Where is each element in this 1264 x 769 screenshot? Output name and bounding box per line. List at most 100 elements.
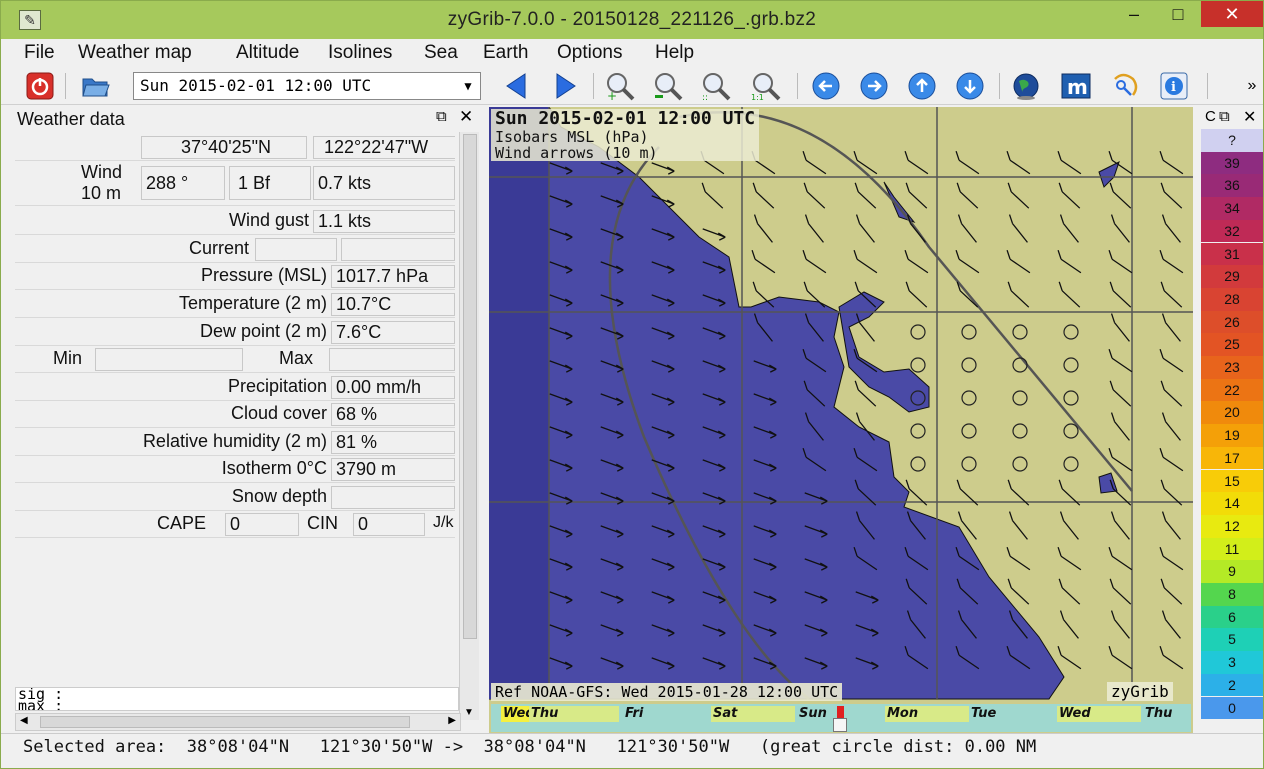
circle-right-icon[interactable] xyxy=(859,71,889,101)
cloud-cover-label: Cloud cover xyxy=(230,403,327,423)
minimize-button[interactable]: – xyxy=(1111,1,1157,27)
circle-down-icon[interactable] xyxy=(955,71,985,101)
timeline-handle[interactable] xyxy=(833,718,847,732)
snow-depth-value xyxy=(331,486,455,509)
svg-text:i: i xyxy=(1171,80,1176,95)
humidity-row: Relative humidity (2 m) 81 % xyxy=(15,429,455,456)
menu-isolines[interactable]: Isolines xyxy=(328,42,392,64)
select-area-icon[interactable] xyxy=(1111,71,1141,101)
color-scale-unit: C xyxy=(1205,108,1216,125)
cin-value: 0 xyxy=(353,513,425,536)
cape-label: CAPE xyxy=(157,513,207,533)
zoom-1to1-icon[interactable]: 1:1 xyxy=(751,71,781,101)
scale-cell: 3 xyxy=(1201,651,1263,674)
current-value-2 xyxy=(341,238,455,261)
color-scale-header: C ⧉ ✕ xyxy=(1201,107,1263,129)
map-reference-label: Ref NOAA-GFS: Wed 2015-01-28 12:00 UTC xyxy=(491,683,843,701)
menu-weather-map[interactable]: Weather map xyxy=(78,42,192,64)
sig-text-area[interactable]: sig : max : xyxy=(15,687,459,711)
weather-data-hscrollbar[interactable]: ◀ ▶ xyxy=(15,713,461,731)
map-legend: Sun 2015-02-01 12:00 UTC Isobars MSL (hP… xyxy=(491,109,760,162)
toolbar-overflow-icon[interactable]: » xyxy=(1237,71,1264,101)
svg-text:::: :: xyxy=(702,93,708,101)
scale-cell: 31 xyxy=(1201,242,1263,266)
arrow-left-icon[interactable] xyxy=(501,71,531,101)
zoom-fit-icon[interactable]: :: xyxy=(701,71,731,101)
wind-row: Wind 10 m 288 ° 1 Bf 0.7 kts xyxy=(15,162,455,206)
precipitation-label: Precipitation xyxy=(227,376,327,396)
isotherm-row: Isotherm 0°C 3790 m xyxy=(15,456,455,483)
scale-cell: 8 xyxy=(1201,583,1263,606)
date-select[interactable]: Sun 2015-02-01 12:00 UTC ▼ xyxy=(133,72,481,100)
circle-left-icon[interactable] xyxy=(811,71,841,101)
timeline-day: Tue xyxy=(969,706,1053,722)
open-folder-icon[interactable] xyxy=(81,71,111,101)
min-max-row: Min Max xyxy=(15,346,455,373)
menu-help[interactable]: Help xyxy=(655,42,694,64)
scale-cell: 14 xyxy=(1201,492,1263,515)
scale-cell: 19 xyxy=(1201,424,1263,447)
meteoblue-icon[interactable]: m xyxy=(1061,71,1091,101)
globe-icon[interactable] xyxy=(1011,71,1041,101)
temperature-row: Temperature (2 m) 10.7°C xyxy=(15,291,455,318)
status-text: Selected area: 38°08'04"N 121°30'50"W ->… xyxy=(23,737,1037,757)
info-icon[interactable]: i xyxy=(1159,71,1189,101)
isotherm-value: 3790 m xyxy=(331,458,455,481)
scale-cell: 11 xyxy=(1201,537,1263,561)
temperature-value: 10.7°C xyxy=(331,293,455,316)
close-button[interactable]: ✕ xyxy=(1201,1,1263,27)
map-brand-label: zyGrib xyxy=(1107,682,1173,701)
menu-options[interactable]: Options xyxy=(557,42,622,64)
dew-point-value: 7.6°C xyxy=(331,321,455,344)
vscroll-thumb[interactable] xyxy=(463,134,477,639)
menu-file[interactable]: File xyxy=(24,42,55,64)
scale-cell: 9 xyxy=(1201,560,1263,583)
circle-up-icon[interactable] xyxy=(907,71,937,101)
weather-data-header: Weather data ⧉ ✕ xyxy=(13,107,485,131)
pressure-value: 1017.7 hPa xyxy=(331,265,455,288)
zoom-out-icon[interactable] xyxy=(653,71,683,101)
maximize-button[interactable]: □ xyxy=(1155,1,1201,27)
weather-data-vscrollbar[interactable]: ▼ xyxy=(459,132,479,720)
scale-cell: 26 xyxy=(1201,310,1263,334)
float-scale-icon[interactable]: ⧉ xyxy=(1219,108,1230,125)
date-select-value: Sun 2015-02-01 12:00 UTC xyxy=(140,76,372,95)
timeline-day: Thu xyxy=(529,706,619,722)
longitude-value: 122°22'47"W xyxy=(313,136,455,159)
scale-cell: 29 xyxy=(1201,265,1263,288)
timeline-day: Mon xyxy=(885,706,969,722)
current-value-1 xyxy=(255,238,337,261)
menu-altitude[interactable]: Altitude xyxy=(236,42,299,64)
timeline-day: Thu xyxy=(1143,706,1189,722)
menu-bar: File Weather map Altitude Isolines Sea E… xyxy=(1,39,1263,67)
window-title: zyGrib-7.0.0 - 20150128_221126_.grb.bz2 xyxy=(447,9,817,30)
power-icon[interactable] xyxy=(25,71,55,101)
close-scale-icon[interactable]: ✕ xyxy=(1243,107,1256,127)
zoom-in-icon[interactable]: + xyxy=(605,71,635,101)
hscroll-thumb[interactable] xyxy=(40,716,410,728)
scroll-left-icon[interactable]: ◀ xyxy=(20,715,28,726)
cin-label: CIN xyxy=(307,513,338,533)
cape-value: 0 xyxy=(225,513,299,536)
weather-map[interactable]: Sun 2015-02-01 12:00 UTC Isobars MSL (hP… xyxy=(489,107,1193,733)
scroll-right-icon[interactable]: ▶ xyxy=(448,715,456,726)
scroll-down-icon[interactable]: ▼ xyxy=(464,707,474,718)
arrow-right-icon[interactable] xyxy=(551,71,581,101)
scale-cell: 39 xyxy=(1201,151,1263,175)
menu-earth[interactable]: Earth xyxy=(483,42,528,64)
timeline-slider[interactable]: Wed Thu Fri Sat Sun Mon Tue Wed Thu xyxy=(491,704,1191,732)
chevron-down-icon[interactable]: ▼ xyxy=(458,76,478,96)
dew-point-label: Dew point (2 m) xyxy=(199,321,327,341)
timeline-day: Wed xyxy=(501,706,529,722)
float-panel-icon[interactable]: ⧉ xyxy=(436,108,447,125)
map-wind-label: Wind arrows (10 m) xyxy=(495,144,658,162)
map-canvas[interactable] xyxy=(489,107,1193,733)
close-panel-icon[interactable]: ✕ xyxy=(459,107,473,127)
min-label: Min xyxy=(53,348,83,368)
max-line: max : xyxy=(18,697,64,711)
menu-sea[interactable]: Sea xyxy=(424,42,458,64)
timeline-day: Sat xyxy=(711,706,795,722)
current-label: Current xyxy=(188,238,249,258)
scale-cell: 36 xyxy=(1201,174,1263,198)
precipitation-value: 0.00 mm/h xyxy=(331,376,455,399)
